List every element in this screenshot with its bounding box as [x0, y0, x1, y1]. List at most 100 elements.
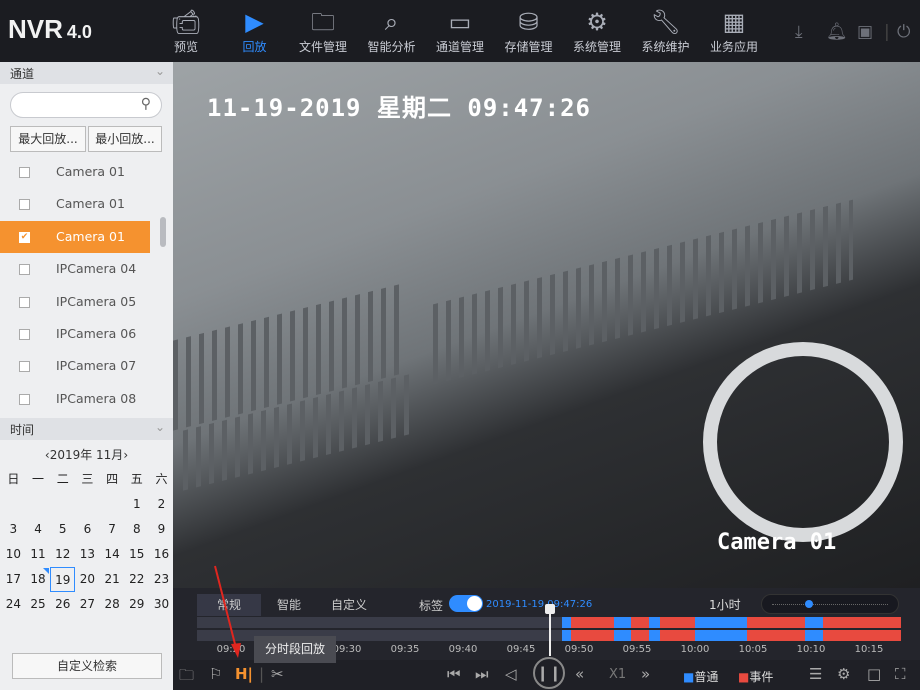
channel-item[interactable]: Camera 01 [0, 156, 160, 188]
camera-settings-icon[interactable]: ⚙ [837, 665, 850, 683]
channel-item[interactable]: IPCamera 04 [0, 253, 160, 285]
calendar-day[interactable]: 30 [149, 592, 174, 617]
nav-grid[interactable]: ▦业务应用 [701, 6, 767, 55]
playback-toolbar: 🗀 ⚐ H| | ✂ ⏮ ⏭ ◁ ❙❙ « X1 » ■普通 ■事件 ☰ ⚙ □… [173, 660, 920, 690]
channel-checkbox[interactable] [19, 394, 30, 405]
calendar-day[interactable]: 9 [149, 517, 174, 542]
channel-item[interactable]: Camera 01 [0, 188, 160, 220]
calendar-day[interactable]: 4 [26, 517, 51, 542]
reverse-icon[interactable]: ◁ [505, 665, 517, 683]
calendar-day[interactable]: 7 [100, 517, 125, 542]
calendar-empty [100, 492, 125, 517]
nav-analytics[interactable]: ⌕智能分析 [359, 6, 425, 55]
calendar-day[interactable]: 16 [149, 542, 174, 567]
channel-scrollbar[interactable] [160, 217, 166, 247]
calendar-day[interactable]: 23 [149, 567, 174, 592]
channel-item[interactable]: IPCamera 08 [0, 383, 160, 415]
calendar-day[interactable]: 27 [75, 592, 100, 617]
prev-frame-icon[interactable]: ⏮ [447, 665, 461, 683]
calendar-day[interactable]: 22 [124, 567, 149, 592]
channel-search-input[interactable]: ⚲ [10, 92, 162, 118]
calendar-day[interactable]: 21 [100, 567, 125, 592]
video-playback[interactable]: 11-19-2019 星期二 09:47:26 Camera 01 [173, 62, 920, 588]
channel-checkbox[interactable] [19, 264, 30, 275]
calendar-day[interactable]: 24 [1, 592, 26, 617]
timeline-scale: 1小时 [709, 596, 741, 613]
nav-gear[interactable]: ⚙系统管理 [564, 6, 630, 55]
calendar-day[interactable]: 1 [124, 492, 149, 517]
calendar-day[interactable]: 12 [50, 542, 75, 567]
calendar-day[interactable]: 13 [75, 542, 100, 567]
tab-2[interactable]: 自定义 [317, 594, 381, 616]
search-icon[interactable]: ⚲ [141, 96, 151, 112]
channel-checkbox[interactable] [19, 199, 30, 210]
calendar-day[interactable]: 10 [1, 542, 26, 567]
channel-checkbox[interactable] [19, 297, 30, 308]
calendar-day[interactable]: 18 [26, 567, 51, 592]
nav-camera[interactable]: 📹︎预览 [153, 6, 219, 55]
nav-database[interactable]: ⛁存储管理 [496, 6, 562, 55]
next-frame-icon[interactable]: ⏭ [475, 665, 489, 683]
calendar-day[interactable]: 11 [26, 542, 51, 567]
calendar-day[interactable]: 26 [50, 592, 75, 617]
channel-item[interactable]: IPCamera 06 [0, 318, 160, 350]
download-icon[interactable]: ⤓ [795, 22, 803, 42]
timeline-zoom-slider[interactable] [761, 594, 899, 614]
calendar-day[interactable]: 5 [50, 517, 75, 542]
clip-icon[interactable]: ✂ [271, 665, 284, 683]
calendar-day[interactable]: 15 [124, 542, 149, 567]
file-list-icon[interactable]: ☰ [809, 665, 822, 683]
tick-label: 09:30 [333, 644, 362, 655]
channel-item[interactable]: ✔Camera 01 [0, 221, 150, 253]
calendar-day[interactable]: 14 [100, 542, 125, 567]
tab-0[interactable]: 常规 [197, 594, 261, 616]
channel-checkbox[interactable] [19, 329, 30, 340]
wrench-icon: 🔧︎ [633, 6, 699, 38]
tick-label: 09:40 [449, 644, 478, 655]
bell-icon[interactable]: 🔔︎ [826, 22, 848, 42]
channel-item[interactable]: IPCamera 05 [0, 286, 160, 318]
channel-header[interactable]: 通道⌄ [0, 62, 173, 84]
calendar-day[interactable]: 29 [124, 592, 149, 617]
power-icon[interactable]: ⏻ [897, 22, 910, 42]
pause-button[interactable]: ❙❙ [533, 657, 565, 689]
calendar-day[interactable]: 17 [1, 567, 26, 592]
time-header[interactable]: 时间⌄ [0, 418, 173, 440]
channel-checkbox[interactable] [19, 167, 30, 178]
channel-checkbox[interactable]: ✔ [19, 232, 30, 243]
tab-1[interactable]: 智能 [257, 594, 321, 616]
folder-icon[interactable]: 🗀 [179, 665, 194, 690]
single-view-icon[interactable]: □ [867, 665, 881, 683]
calendar-day[interactable]: 8 [124, 517, 149, 542]
calendar-day[interactable]: 20 [75, 567, 100, 592]
channel-checkbox[interactable] [19, 361, 30, 372]
calendar-empty [75, 492, 100, 517]
tag-icon[interactable]: ⚐ [209, 665, 222, 683]
fullscreen-icon[interactable]: ⛶ [895, 665, 906, 683]
nav-channel[interactable]: ▭通道管理 [427, 6, 493, 55]
calendar-day[interactable]: 19 [50, 567, 75, 592]
calendar-day[interactable]: 3 [1, 517, 26, 542]
nav-folder[interactable]: 🗀文件管理 [290, 6, 356, 55]
segment-playback-icon[interactable]: H| [235, 665, 253, 683]
nav-label: 回放 [222, 38, 288, 55]
nav-label: 系统管理 [564, 38, 630, 55]
min-playback-button[interactable]: 最小回放... [88, 126, 162, 152]
calendar-empty [26, 492, 51, 517]
channel-item[interactable]: IPCamera 07 [0, 350, 160, 382]
nav-wrench[interactable]: 🔧︎系统维护 [633, 6, 699, 55]
max-playback-button[interactable]: 最大回放... [10, 126, 86, 152]
fast-icon[interactable]: » [641, 665, 650, 683]
custom-search-button[interactable]: 自定义检索 [12, 653, 162, 679]
database-icon: ⛁ [496, 6, 562, 38]
calendar-day[interactable]: 25 [26, 592, 51, 617]
next-month-icon[interactable]: › [123, 448, 128, 462]
nav-play-circle[interactable]: ▶回放 [222, 6, 288, 55]
tag-toggle[interactable] [449, 595, 483, 612]
alarm-icon[interactable]: ▣ [857, 22, 873, 42]
playhead[interactable] [549, 606, 551, 656]
calendar-day[interactable]: 28 [100, 592, 125, 617]
slow-icon[interactable]: « [575, 665, 584, 683]
calendar-day[interactable]: 2 [149, 492, 174, 517]
calendar-day[interactable]: 6 [75, 517, 100, 542]
